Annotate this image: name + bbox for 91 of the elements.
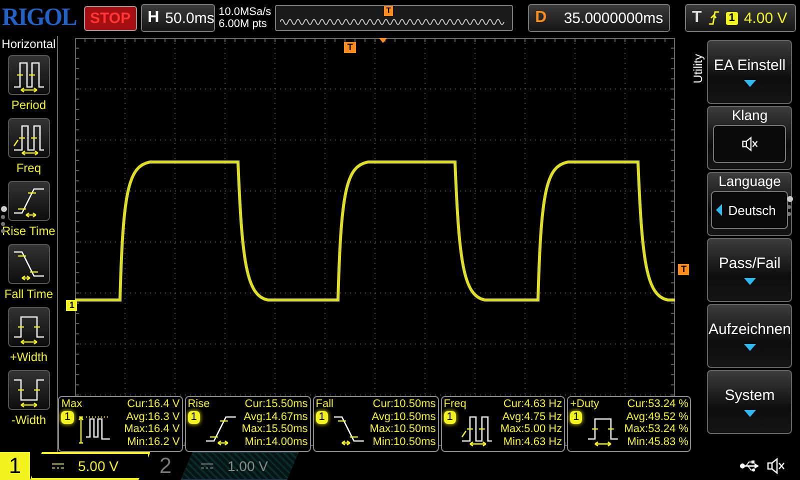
measurement-value: Cur:10.50ms [372, 398, 436, 411]
setting-label: Klang [732, 107, 768, 123]
trigger-level: 4.00 V [744, 10, 788, 26]
timebase-label: H [148, 9, 160, 27]
measurement-value: Avg:10.50ms [372, 410, 436, 424]
caret-down-icon [744, 410, 756, 417]
menu-button[interactable]: EA Einstell [707, 40, 792, 104]
sound-setting[interactable]: Klang [707, 106, 792, 170]
channel-badge: 1 [444, 411, 456, 424]
measurement-value: Avg:4.75 Hz [502, 410, 562, 424]
measure-menu-item[interactable]: Freq [8, 118, 50, 175]
menu-button[interactable]: Pass/Fail [707, 238, 792, 302]
measure-label: Freq [16, 161, 42, 175]
rising-edge-icon [708, 10, 720, 26]
channel-badge: 1 [570, 411, 582, 424]
speaker-muted-icon [740, 135, 759, 153]
sound-toggle[interactable] [713, 125, 786, 163]
caret-down-icon [744, 80, 756, 87]
channel-scale-tab[interactable]: 1.00 V [180, 452, 299, 480]
measurement-value: Avg:16.3 V [126, 410, 180, 424]
measurement-name: +Duty [570, 398, 600, 411]
measure-icon-button[interactable] [8, 181, 50, 221]
measure-menu-item[interactable]: Period [8, 55, 50, 112]
trigger-source: 1 [726, 12, 738, 24]
measure-menu-item[interactable]: -Width [8, 370, 50, 427]
delay-label: D [535, 9, 547, 27]
measurement-value: Max:10.50ms [370, 423, 436, 436]
memory-depth: 6.00M pts [218, 18, 268, 30]
measurement-value: Cur:15.50ms [244, 398, 308, 411]
caret-down-icon [744, 344, 756, 351]
language-select[interactable]: Deutsch [711, 191, 788, 229]
sample-rate: 10.0MSa/s [218, 6, 272, 18]
measurement-value: Min:45.83 % [627, 436, 688, 448]
channel-badge: 1 [61, 411, 74, 424]
measurement-value: Min:4.63 Hz [503, 436, 562, 448]
trigger-position-marker: T [384, 6, 394, 16]
measure-icon-button[interactable] [8, 307, 50, 347]
measurement-value: Max:5.00 Hz [500, 423, 562, 436]
caret-down-icon [744, 278, 756, 285]
language-setting[interactable]: Language Deutsch [707, 172, 792, 236]
timebase-value: 50.0ms [165, 10, 214, 26]
trigger-point-icon [379, 38, 388, 43]
measurement-value: Max:16.4 V [124, 423, 180, 436]
measurement-value: Avg:14.67ms [244, 410, 308, 424]
measurement-value: Min:16.2 V [127, 436, 180, 448]
measure-icon-button[interactable] [8, 370, 50, 410]
measure-label: -Width [11, 413, 46, 427]
measurement-name: Fall [316, 398, 334, 411]
language-value: Deutsch [728, 202, 776, 218]
channel-number[interactable]: 1 [0, 452, 30, 480]
timebase-panel[interactable]: H 50.0ms [140, 4, 215, 32]
channel-number[interactable]: 2 [150, 452, 180, 480]
menu-button[interactable]: Aufzeichnen [707, 304, 792, 368]
measurement-value: Min:10.50ms [372, 436, 436, 448]
measure-label: +Width [10, 350, 48, 364]
channel-badge: 1 [316, 411, 328, 424]
measurement-value: Max:53.24 % [624, 423, 688, 436]
measure-icon-button[interactable] [8, 118, 50, 158]
usb-icon [740, 460, 760, 472]
measurement-value: Cur:4.63 Hz [503, 398, 562, 411]
measurement-name: Freq [444, 398, 468, 411]
menu-title: Utility [691, 54, 706, 84]
measure-icon-button[interactable] [8, 244, 50, 284]
measurement-value: Avg:49.52 % [626, 410, 688, 424]
trigger-label: T [692, 9, 702, 27]
dc-coupling-icon [201, 463, 214, 469]
trigger-level-marker: T [678, 264, 690, 275]
trigger-time-marker: T [344, 42, 356, 53]
channel-badge: 1 [188, 411, 200, 424]
delay-value: 35.0000000ms [564, 10, 664, 26]
caret-left-icon [716, 204, 722, 216]
measure-label: Fall Time [4, 287, 54, 301]
delay-panel[interactable]: D 35.0000000ms [528, 4, 670, 32]
measurement-value: Min:14.00ms [244, 436, 308, 448]
menu-title: Horizontal [2, 37, 56, 51]
brand-logo: RIGOL [2, 4, 76, 32]
trigger-panel[interactable]: T 1 4.00 V [685, 4, 796, 32]
measure-label: Period [11, 98, 46, 112]
measure-menu-item[interactable]: +Width [8, 307, 50, 364]
measurement-name: Max [61, 398, 84, 411]
setting-label: Language [718, 173, 781, 189]
measure-icon-button[interactable] [8, 55, 50, 95]
measure-menu-item[interactable]: Fall Time [4, 244, 54, 301]
channel-marker: 1 [66, 300, 78, 311]
dc-coupling-icon [52, 463, 64, 469]
channel-scale-tab[interactable]: 5.00 V [30, 452, 150, 480]
measurement-value: Max:15.50ms [242, 423, 308, 436]
menu-button[interactable]: System [707, 370, 792, 434]
measurement-name: Rise [188, 398, 211, 411]
measurement-value: Cur:16.4 V [127, 398, 180, 411]
measurement-value: Cur:53.24 % [627, 398, 688, 411]
